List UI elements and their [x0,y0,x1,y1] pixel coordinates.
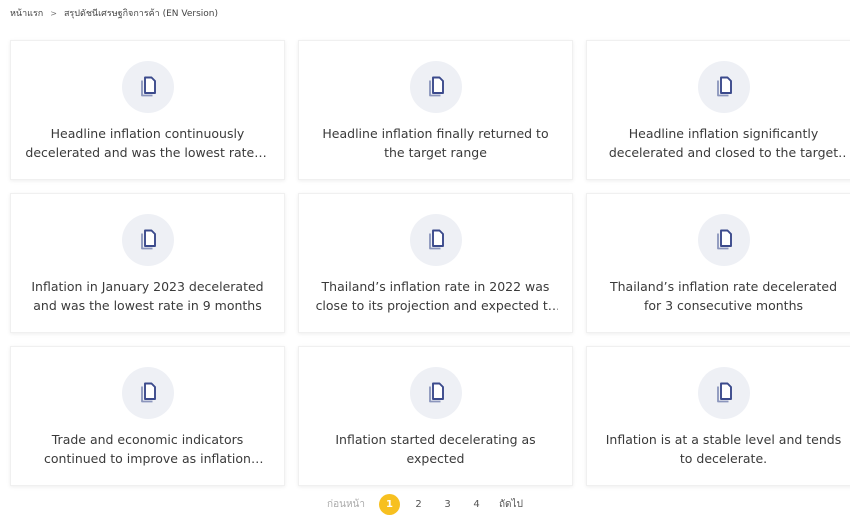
pagination-page-3[interactable]: 3 [437,494,458,515]
article-card-title: Inflation is at a stable level and tends… [605,432,842,466]
breadcrumb-separator: > [50,8,57,18]
document-icon [409,61,462,113]
document-icon [121,367,174,419]
article-card-title: Headline inflation continuously decelera… [25,126,270,160]
pagination-page-1[interactable]: 1 [379,493,400,515]
article-card[interactable]: Headline inflation significantly deceler… [586,40,850,180]
pagination-next-button[interactable]: ถัดไป [499,497,523,512]
article-card[interactable]: Headline inflation finally returned to t… [298,40,573,180]
breadcrumb: หน้าแรก > สรุปดัชนีเศรษฐกิจการค้า (EN Ve… [10,6,218,20]
article-card-title: Headline inflation finally returned to t… [322,126,549,160]
article-card[interactable]: Trade and economic indicators continued … [10,346,285,486]
document-icon [121,61,174,113]
article-card[interactable]: Headline inflation continuously decelera… [10,40,285,180]
pagination-page-4[interactable]: 4 [466,494,487,515]
article-card[interactable]: Inflation started decelerating as expect… [298,346,573,486]
document-icon [697,367,750,419]
document-icon [409,214,462,266]
pagination: ก่อนหน้า 1 2 3 4 ถัดไป [0,492,850,516]
document-icon [697,61,750,113]
document-icon [409,367,462,419]
article-card-title: Trade and economic indicators continued … [44,432,251,466]
document-icon [697,214,750,266]
article-card-title: Headline inflation significantly deceler… [608,126,839,160]
pagination-prev-button[interactable]: ก่อนหน้า [327,497,365,512]
article-card-title: Inflation started decelerating as expect… [335,432,536,466]
breadcrumb-home-link[interactable]: หน้าแรก [10,6,43,20]
article-card-title: Thailand’s inflation rate decelerated fo… [609,279,838,313]
article-card-title: Thailand’s inflation rate in 2022 was cl… [315,279,556,313]
breadcrumb-current: สรุปดัชนีเศรษฐกิจการค้า (EN Version) [63,9,218,19]
article-card-title: Inflation in January 2023 decelerated an… [31,279,264,313]
pagination-page-2[interactable]: 2 [408,494,429,515]
article-card[interactable]: Thailand’s inflation rate decelerated fo… [586,193,850,333]
article-card[interactable]: Thailand’s inflation rate in 2022 was cl… [298,193,573,333]
article-card[interactable]: Inflation in January 2023 decelerated an… [10,193,285,333]
article-card[interactable]: Inflation is at a stable level and tends… [586,346,850,486]
document-icon [121,214,174,266]
